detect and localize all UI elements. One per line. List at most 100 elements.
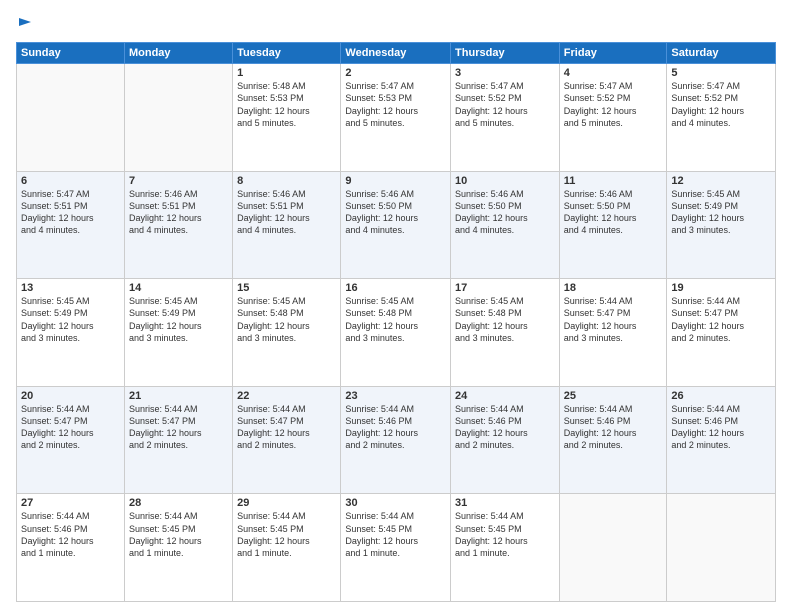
calendar-cell: 28Sunrise: 5:44 AMSunset: 5:45 PMDayligh…: [124, 494, 232, 602]
calendar-week-4: 20Sunrise: 5:44 AMSunset: 5:47 PMDayligh…: [17, 386, 776, 494]
calendar-cell: 19Sunrise: 5:44 AMSunset: 5:47 PMDayligh…: [667, 279, 776, 387]
day-number: 27: [21, 497, 120, 509]
day-info: Sunrise: 5:45 AMSunset: 5:48 PMDaylight:…: [455, 295, 555, 344]
day-info: Sunrise: 5:44 AMSunset: 5:45 PMDaylight:…: [129, 510, 228, 559]
day-number: 16: [345, 282, 446, 294]
header-friday: Friday: [559, 43, 667, 64]
calendar-week-1: 1Sunrise: 5:48 AMSunset: 5:53 PMDaylight…: [17, 64, 776, 172]
calendar-cell: 12Sunrise: 5:45 AMSunset: 5:49 PMDayligh…: [667, 171, 776, 279]
day-info: Sunrise: 5:44 AMSunset: 5:46 PMDaylight:…: [671, 403, 771, 452]
calendar-cell: 30Sunrise: 5:44 AMSunset: 5:45 PMDayligh…: [341, 494, 451, 602]
day-info: Sunrise: 5:46 AMSunset: 5:50 PMDaylight:…: [564, 188, 663, 237]
calendar-cell: [124, 64, 232, 172]
header-monday: Monday: [124, 43, 232, 64]
day-info: Sunrise: 5:44 AMSunset: 5:47 PMDaylight:…: [671, 295, 771, 344]
day-number: 15: [237, 282, 336, 294]
calendar-week-3: 13Sunrise: 5:45 AMSunset: 5:49 PMDayligh…: [17, 279, 776, 387]
calendar-cell: 7Sunrise: 5:46 AMSunset: 5:51 PMDaylight…: [124, 171, 232, 279]
day-info: Sunrise: 5:45 AMSunset: 5:48 PMDaylight:…: [237, 295, 336, 344]
calendar-cell: [667, 494, 776, 602]
day-number: 29: [237, 497, 336, 509]
calendar-cell: 5Sunrise: 5:47 AMSunset: 5:52 PMDaylight…: [667, 64, 776, 172]
day-info: Sunrise: 5:44 AMSunset: 5:46 PMDaylight:…: [455, 403, 555, 452]
calendar-cell: 13Sunrise: 5:45 AMSunset: 5:49 PMDayligh…: [17, 279, 125, 387]
header-wednesday: Wednesday: [341, 43, 451, 64]
day-number: 28: [129, 497, 228, 509]
calendar-header-row: SundayMondayTuesdayWednesdayThursdayFrid…: [17, 43, 776, 64]
calendar-cell: 11Sunrise: 5:46 AMSunset: 5:50 PMDayligh…: [559, 171, 667, 279]
day-number: 6: [21, 175, 120, 187]
day-number: 2: [345, 67, 446, 79]
day-number: 7: [129, 175, 228, 187]
day-number: 20: [21, 390, 120, 402]
day-number: 13: [21, 282, 120, 294]
header: [16, 16, 776, 34]
day-number: 10: [455, 175, 555, 187]
logo: [16, 16, 35, 34]
calendar-cell: 17Sunrise: 5:45 AMSunset: 5:48 PMDayligh…: [451, 279, 560, 387]
day-info: Sunrise: 5:47 AMSunset: 5:52 PMDaylight:…: [671, 80, 771, 129]
day-info: Sunrise: 5:47 AMSunset: 5:52 PMDaylight:…: [564, 80, 663, 129]
day-info: Sunrise: 5:44 AMSunset: 5:46 PMDaylight:…: [345, 403, 446, 452]
header-thursday: Thursday: [451, 43, 560, 64]
day-info: Sunrise: 5:44 AMSunset: 5:47 PMDaylight:…: [21, 403, 120, 452]
day-number: 9: [345, 175, 446, 187]
calendar-cell: 26Sunrise: 5:44 AMSunset: 5:46 PMDayligh…: [667, 386, 776, 494]
calendar-cell: 23Sunrise: 5:44 AMSunset: 5:46 PMDayligh…: [341, 386, 451, 494]
day-number: 30: [345, 497, 446, 509]
day-info: Sunrise: 5:44 AMSunset: 5:45 PMDaylight:…: [237, 510, 336, 559]
calendar-cell: 27Sunrise: 5:44 AMSunset: 5:46 PMDayligh…: [17, 494, 125, 602]
calendar-cell: 24Sunrise: 5:44 AMSunset: 5:46 PMDayligh…: [451, 386, 560, 494]
day-number: 23: [345, 390, 446, 402]
calendar-cell: 15Sunrise: 5:45 AMSunset: 5:48 PMDayligh…: [233, 279, 341, 387]
calendar-cell: 1Sunrise: 5:48 AMSunset: 5:53 PMDaylight…: [233, 64, 341, 172]
day-number: 18: [564, 282, 663, 294]
day-info: Sunrise: 5:44 AMSunset: 5:45 PMDaylight:…: [345, 510, 446, 559]
calendar-cell: 31Sunrise: 5:44 AMSunset: 5:45 PMDayligh…: [451, 494, 560, 602]
calendar-cell: 6Sunrise: 5:47 AMSunset: 5:51 PMDaylight…: [17, 171, 125, 279]
day-number: 26: [671, 390, 771, 402]
day-info: Sunrise: 5:48 AMSunset: 5:53 PMDaylight:…: [237, 80, 336, 129]
header-sunday: Sunday: [17, 43, 125, 64]
calendar-cell: 3Sunrise: 5:47 AMSunset: 5:52 PMDaylight…: [451, 64, 560, 172]
day-info: Sunrise: 5:45 AMSunset: 5:49 PMDaylight:…: [21, 295, 120, 344]
calendar-table: SundayMondayTuesdayWednesdayThursdayFrid…: [16, 42, 776, 602]
calendar-week-5: 27Sunrise: 5:44 AMSunset: 5:46 PMDayligh…: [17, 494, 776, 602]
day-number: 22: [237, 390, 336, 402]
day-number: 19: [671, 282, 771, 294]
day-info: Sunrise: 5:44 AMSunset: 5:46 PMDaylight:…: [21, 510, 120, 559]
calendar-cell: 8Sunrise: 5:46 AMSunset: 5:51 PMDaylight…: [233, 171, 341, 279]
calendar-week-2: 6Sunrise: 5:47 AMSunset: 5:51 PMDaylight…: [17, 171, 776, 279]
page: SundayMondayTuesdayWednesdayThursdayFrid…: [0, 0, 792, 612]
calendar-cell: 10Sunrise: 5:46 AMSunset: 5:50 PMDayligh…: [451, 171, 560, 279]
day-info: Sunrise: 5:47 AMSunset: 5:51 PMDaylight:…: [21, 188, 120, 237]
day-info: Sunrise: 5:44 AMSunset: 5:46 PMDaylight:…: [564, 403, 663, 452]
day-number: 4: [564, 67, 663, 79]
day-number: 14: [129, 282, 228, 294]
day-number: 31: [455, 497, 555, 509]
day-number: 12: [671, 175, 771, 187]
day-info: Sunrise: 5:45 AMSunset: 5:49 PMDaylight:…: [129, 295, 228, 344]
calendar-cell: 20Sunrise: 5:44 AMSunset: 5:47 PMDayligh…: [17, 386, 125, 494]
calendar-cell: 25Sunrise: 5:44 AMSunset: 5:46 PMDayligh…: [559, 386, 667, 494]
calendar-cell: 4Sunrise: 5:47 AMSunset: 5:52 PMDaylight…: [559, 64, 667, 172]
day-info: Sunrise: 5:44 AMSunset: 5:47 PMDaylight:…: [237, 403, 336, 452]
day-number: 24: [455, 390, 555, 402]
calendar-cell: 21Sunrise: 5:44 AMSunset: 5:47 PMDayligh…: [124, 386, 232, 494]
calendar-cell: 18Sunrise: 5:44 AMSunset: 5:47 PMDayligh…: [559, 279, 667, 387]
day-info: Sunrise: 5:47 AMSunset: 5:52 PMDaylight:…: [455, 80, 555, 129]
day-info: Sunrise: 5:45 AMSunset: 5:49 PMDaylight:…: [671, 188, 771, 237]
day-number: 1: [237, 67, 336, 79]
day-number: 21: [129, 390, 228, 402]
logo-flag-icon: [17, 16, 35, 34]
calendar-cell: 16Sunrise: 5:45 AMSunset: 5:48 PMDayligh…: [341, 279, 451, 387]
day-info: Sunrise: 5:46 AMSunset: 5:51 PMDaylight:…: [237, 188, 336, 237]
header-saturday: Saturday: [667, 43, 776, 64]
calendar-cell: 29Sunrise: 5:44 AMSunset: 5:45 PMDayligh…: [233, 494, 341, 602]
calendar-cell: 2Sunrise: 5:47 AMSunset: 5:53 PMDaylight…: [341, 64, 451, 172]
calendar-cell: [17, 64, 125, 172]
day-info: Sunrise: 5:44 AMSunset: 5:45 PMDaylight:…: [455, 510, 555, 559]
day-number: 8: [237, 175, 336, 187]
day-info: Sunrise: 5:45 AMSunset: 5:48 PMDaylight:…: [345, 295, 446, 344]
day-number: 3: [455, 67, 555, 79]
